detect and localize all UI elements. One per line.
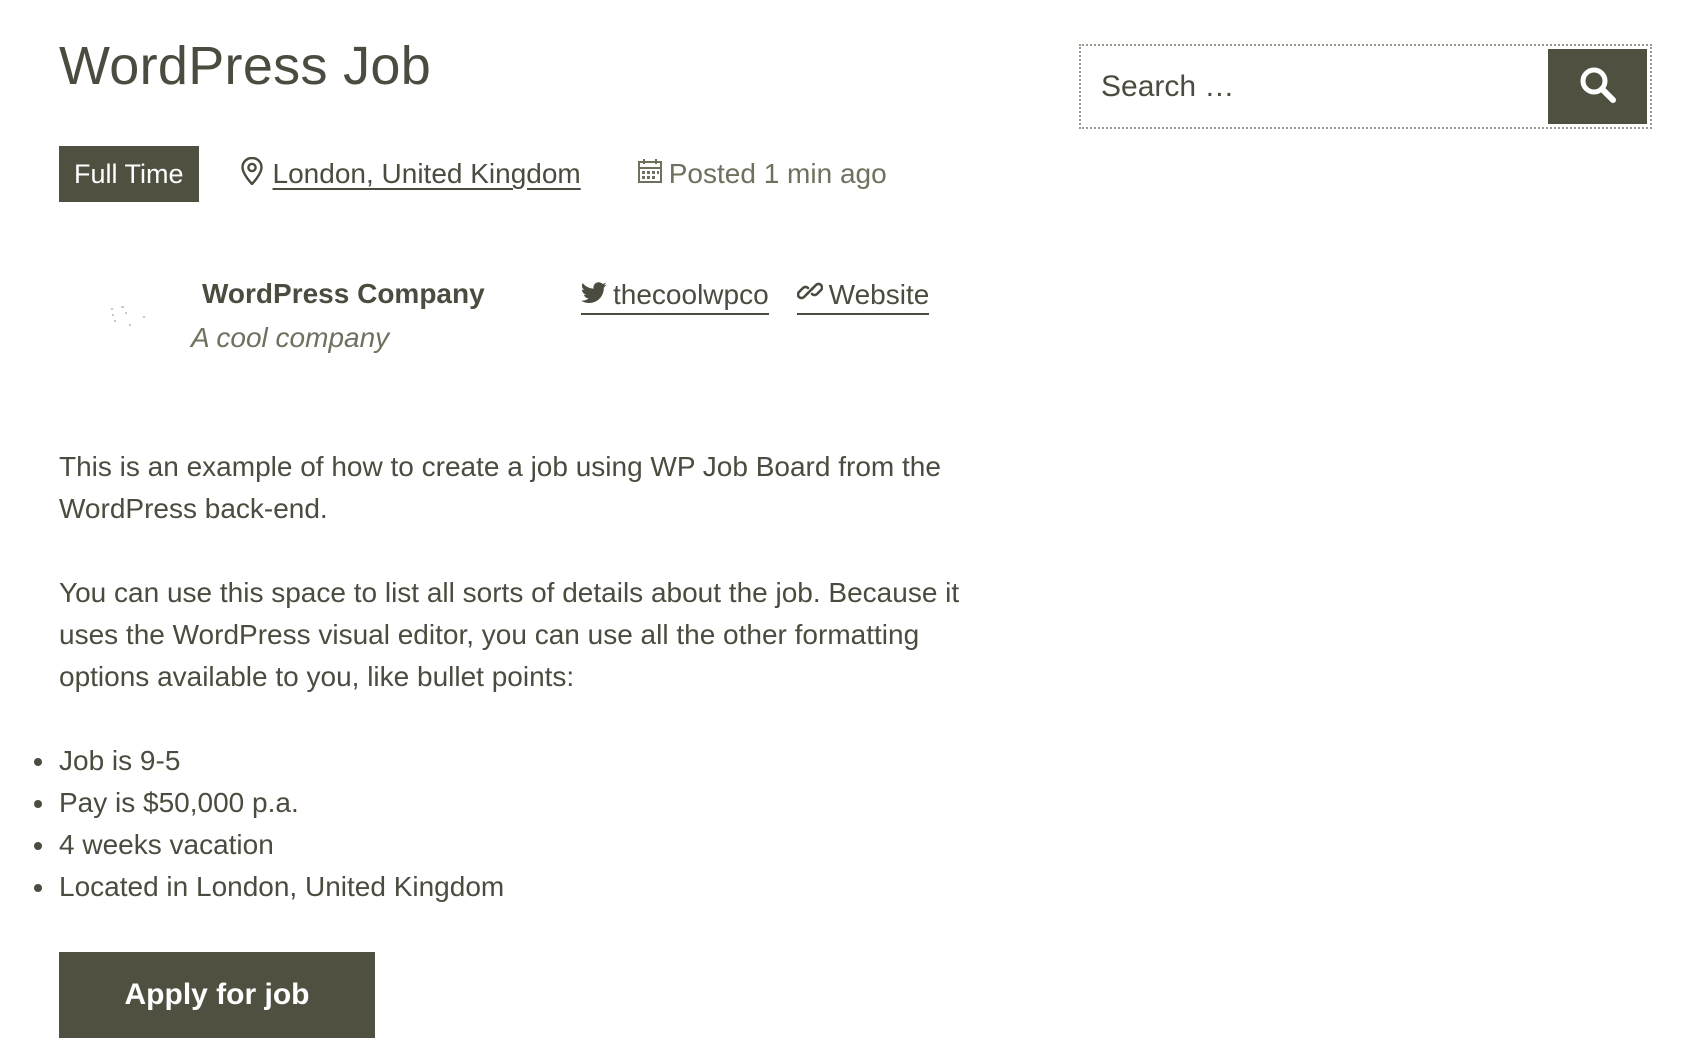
job-listing-page: WordPress Job Full Time London, United K… [0, 0, 1685, 1064]
twitter-icon [581, 279, 613, 311]
job-type-badge: Full Time [59, 146, 199, 202]
job-bullets: Job is 9-5 Pay is $50,000 p.a. 4 weeks v… [34, 740, 989, 908]
search-button[interactable] [1548, 49, 1647, 124]
company-name: WordPress Company [202, 278, 485, 309]
company-tagline: A cool company [191, 322, 390, 353]
posted-text: Posted 1 min ago [668, 158, 887, 189]
company-links: thecoolwpco Website [581, 278, 957, 315]
link-icon [796, 278, 829, 311]
twitter-handle: thecoolwpco [613, 278, 769, 310]
description-paragraph: You can use this space to list all sorts… [59, 577, 960, 692]
job-description: This is an example of how to create a jo… [34, 446, 989, 908]
map-pin-icon [240, 156, 273, 192]
location-text: London, United Kingdom [272, 158, 581, 189]
apply-button[interactable]: Apply for job [59, 952, 375, 1038]
website-label: Website [828, 278, 930, 310]
list-item: 4 weeks vacation [34, 824, 989, 866]
company-info: WordPress Company A cool company thecool… [59, 270, 989, 370]
search-form [1079, 44, 1652, 129]
posted-date: Posted 1 min ago [637, 158, 887, 191]
location-link[interactable]: London, United Kingdom [240, 156, 581, 192]
company-logo [109, 302, 149, 332]
job-meta: Full Time London, United Kingdom Posted … [59, 146, 887, 202]
description-paragraph: This is an example of how to create a jo… [59, 451, 941, 524]
twitter-link[interactable]: thecoolwpco [581, 279, 769, 315]
list-item: Pay is $50,000 p.a. [34, 782, 989, 824]
list-item: Job is 9-5 [34, 740, 989, 782]
website-link[interactable]: Website [796, 278, 930, 315]
search-icon [1578, 65, 1618, 108]
list-item: Located in London, United Kingdom [34, 866, 989, 908]
page-title: WordPress Job [59, 36, 432, 96]
calendar-icon [637, 158, 669, 191]
search-input[interactable] [1081, 46, 1548, 127]
